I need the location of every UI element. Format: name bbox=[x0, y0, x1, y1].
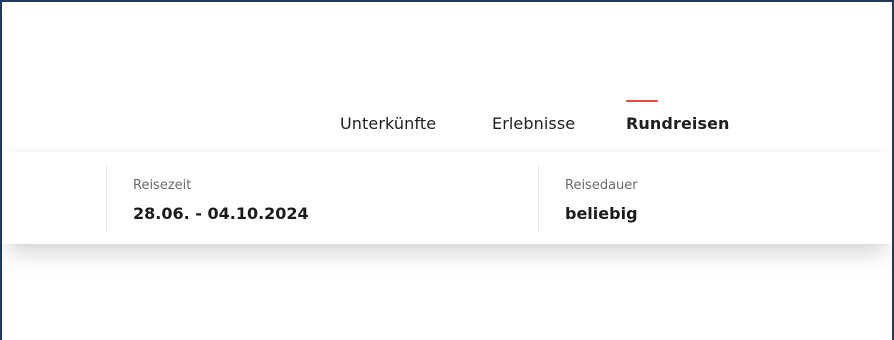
travel-period-label: Reisezeit bbox=[133, 178, 192, 193]
travel-duration-value: beliebig bbox=[565, 204, 638, 223]
travel-duration-field[interactable]: Reisedauer beliebig bbox=[538, 166, 892, 232]
tab-label: Unterkünfte bbox=[340, 114, 437, 133]
tab-label: Erlebnisse bbox=[492, 114, 576, 133]
page-frame: Unterkünfte Erlebnisse Rundreisen Reisez… bbox=[0, 0, 894, 340]
tab-rundreisen[interactable]: Rundreisen bbox=[626, 100, 730, 133]
tab-label: Rundreisen bbox=[626, 114, 730, 133]
search-bar: Reisezeit 28.06. - 04.10.2024 Reisedauer… bbox=[2, 152, 892, 244]
category-tabs: Unterkünfte Erlebnisse Rundreisen bbox=[2, 90, 892, 150]
travel-duration-label: Reisedauer bbox=[565, 178, 638, 193]
travel-period-value: 28.06. - 04.10.2024 bbox=[133, 204, 309, 223]
travel-period-field[interactable]: Reisezeit 28.06. - 04.10.2024 bbox=[106, 166, 539, 232]
tab-erlebnisse[interactable]: Erlebnisse bbox=[492, 114, 575, 133]
active-tab-indicator bbox=[626, 100, 658, 102]
tab-unterkuenfte[interactable]: Unterkünfte bbox=[340, 114, 436, 133]
